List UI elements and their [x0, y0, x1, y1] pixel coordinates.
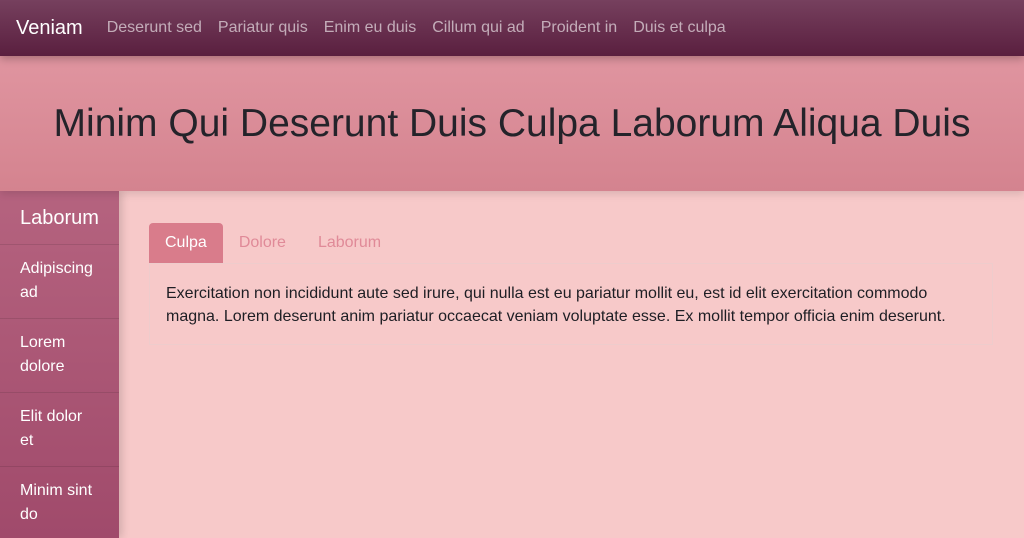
- tab-bar: Culpa Dolore Laborum: [149, 223, 993, 263]
- nav-link-enim-eu-duis[interactable]: Enim eu duis: [324, 19, 417, 37]
- nav-link-pariatur-quis[interactable]: Pariatur quis: [218, 19, 308, 37]
- nav-link-deserunt-sed[interactable]: Deserunt sed: [107, 19, 202, 37]
- sidebar-item-elit-dolor-et[interactable]: Elit dolor et: [0, 392, 119, 466]
- sidebar-item-minim-sint-do[interactable]: Minim sint do: [0, 466, 119, 538]
- sidebar: Laborum Adipiscing ad Lorem dolore Elit …: [0, 191, 119, 538]
- tab-panel-text: Exercitation non incididunt aute sed iru…: [166, 285, 946, 325]
- sidebar-item-adipiscing-ad[interactable]: Adipiscing ad: [0, 244, 119, 318]
- tab-laborum[interactable]: Laborum: [302, 223, 397, 263]
- nav-link-proident-in[interactable]: Proident in: [541, 19, 618, 37]
- main-content: Culpa Dolore Laborum Exercitation non in…: [119, 191, 1024, 538]
- hero-banner: Minim Qui Deserunt Duis Culpa Laborum Al…: [0, 56, 1024, 191]
- page-title: Minim Qui Deserunt Duis Culpa Laborum Al…: [53, 101, 971, 145]
- brand-link[interactable]: Veniam: [16, 17, 83, 40]
- tab-culpa[interactable]: Culpa: [149, 223, 223, 263]
- tab-panel: Exercitation non incididunt aute sed iru…: [149, 263, 993, 345]
- sidebar-item-lorem-dolore[interactable]: Lorem dolore: [0, 318, 119, 392]
- nav-links: Deserunt sed Pariatur quis Enim eu duis …: [107, 19, 742, 37]
- top-navbar: Veniam Deserunt sed Pariatur quis Enim e…: [0, 0, 1024, 56]
- nav-link-duis-et-culpa[interactable]: Duis et culpa: [633, 19, 726, 37]
- sidebar-heading: Laborum: [20, 207, 99, 229]
- tab-dolore[interactable]: Dolore: [223, 223, 302, 263]
- nav-link-cillum-qui-ad[interactable]: Cillum qui ad: [432, 19, 524, 37]
